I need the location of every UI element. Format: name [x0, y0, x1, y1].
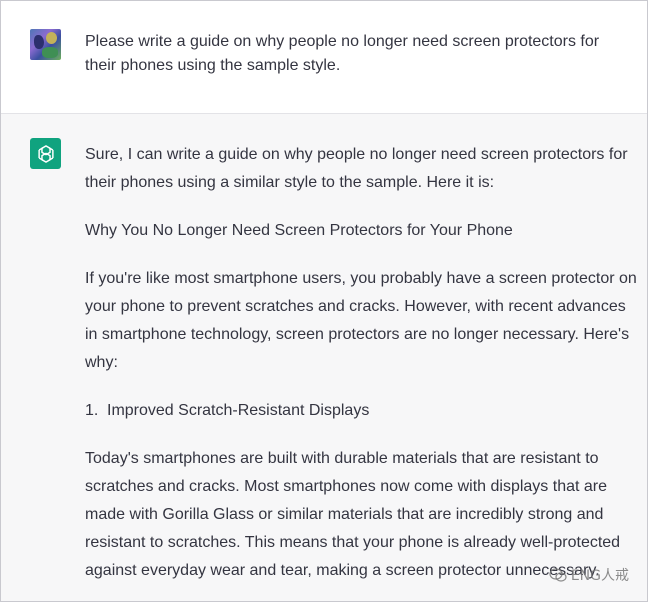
assistant-intro: Sure, I can write a guide on why people … [85, 146, 628, 191]
user-avatar [30, 29, 61, 60]
list-item: 1. Improved Scratch-Resistant Displays [85, 397, 641, 425]
chat-window: Please write a guide on why people no lo… [0, 0, 648, 602]
assistant-message-row: Sure, I can write a guide on why people … [1, 114, 647, 601]
assistant-message-content: Sure, I can write a guide on why people … [85, 141, 641, 601]
openai-logo-icon [30, 138, 61, 169]
user-message-text: Please write a guide on why people no lo… [85, 33, 600, 74]
watermark: ENG人戒 [549, 565, 629, 585]
guide-title: Why You No Longer Need Screen Protectors… [85, 222, 513, 239]
guide-paragraph-1: If you're like most smartphone users, yo… [85, 270, 637, 371]
list-item-text: Improved Scratch-Resistant Displays [107, 402, 370, 419]
guide-paragraph-2: Today's smartphones are built with durab… [85, 450, 621, 579]
guide-list: 1. Improved Scratch-Resistant Displays [85, 397, 641, 425]
watermark-text: ENG人戒 [570, 568, 629, 584]
user-message-row: Please write a guide on why people no lo… [1, 1, 647, 114]
wechat-icon [549, 568, 567, 582]
list-item-number: 1. [85, 402, 99, 419]
